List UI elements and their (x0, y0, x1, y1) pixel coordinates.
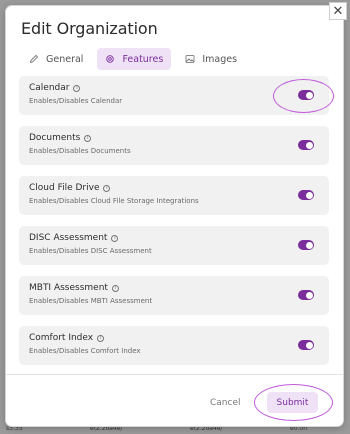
tab-general-label: General (46, 53, 84, 65)
comfort-index-toggle[interactable] (298, 340, 314, 350)
backdrop-text-center-2: e(2.2oa4e/ (190, 425, 223, 432)
backdrop-text-left: s3:35 (6, 425, 23, 432)
feature-row-documents: Documents i Enables/Disables Documents (19, 126, 329, 165)
feature-row-calendar: Calendar i Enables/Disables Calendar (19, 76, 329, 115)
info-icon[interactable]: i (84, 134, 92, 142)
dialog-title: Edit Organization (21, 19, 158, 38)
disc-assessment-toggle[interactable] (298, 240, 314, 250)
info-icon[interactable]: i (73, 84, 81, 92)
feature-description: Enables/Disables Comfort Index (29, 347, 141, 355)
image-icon (185, 55, 195, 63)
tab-general[interactable]: General (21, 48, 91, 70)
feature-title: Calendar (29, 83, 70, 93)
feature-row-mbti-assessment: MBTI Assessment i Enables/Disables MBTI … (19, 276, 329, 315)
feature-row-comfort-index: Comfort Index i Enables/Disables Comfort… (19, 326, 329, 365)
feature-list: Calendar i Enables/Disables Calendar Doc… (19, 76, 329, 376)
feature-description: Enables/Disables Calendar (29, 97, 123, 105)
cancel-button[interactable]: Cancel (210, 395, 241, 411)
tab-bar: General Features Images (21, 48, 245, 70)
info-icon[interactable]: i (111, 284, 119, 292)
feature-title: Comfort Index (29, 333, 94, 343)
backdrop-text-center: e(2.2oa4e/ (90, 425, 123, 432)
gear-icon (106, 55, 115, 63)
tab-features[interactable]: Features (97, 48, 172, 70)
tab-features-label: Features (122, 53, 164, 65)
feature-title: Cloud File Drive (29, 183, 100, 193)
submit-button[interactable]: Submit (267, 392, 318, 413)
feature-row-cloud-file-drive: Cloud File Drive i Enables/Disables Clou… (19, 176, 329, 215)
close-icon: ✕ (332, 3, 344, 19)
feature-description: Enables/Disables Documents (29, 147, 131, 155)
feature-description: Enables/Disables Cloud File Storage Inte… (29, 197, 199, 205)
pencil-icon (29, 54, 39, 64)
info-icon[interactable]: i (103, 184, 111, 192)
feature-title: DISC Assessment (29, 233, 108, 243)
info-icon[interactable]: i (97, 334, 105, 342)
documents-toggle[interactable] (298, 140, 314, 150)
tab-images-label: Images (202, 53, 238, 65)
calendar-toggle[interactable] (298, 90, 314, 100)
feature-description: Enables/Disables DISC Assessment (29, 247, 152, 255)
feature-title: MBTI Assessment (29, 283, 108, 293)
close-button[interactable]: ✕ (329, 2, 347, 20)
info-icon[interactable]: i (111, 234, 119, 242)
feature-row-disc-assessment: DISC Assessment i Enables/Disables DISC … (19, 226, 329, 265)
cloud-file-drive-toggle[interactable] (298, 190, 314, 200)
feature-description: Enables/Disables MBTI Assessment (29, 297, 153, 305)
backdrop-text-right: e0.0n (290, 425, 308, 432)
footer-divider (6, 374, 343, 375)
tab-images[interactable]: Images (177, 48, 245, 70)
feature-title: Documents (29, 133, 81, 143)
mbti-assessment-toggle[interactable] (298, 290, 314, 300)
